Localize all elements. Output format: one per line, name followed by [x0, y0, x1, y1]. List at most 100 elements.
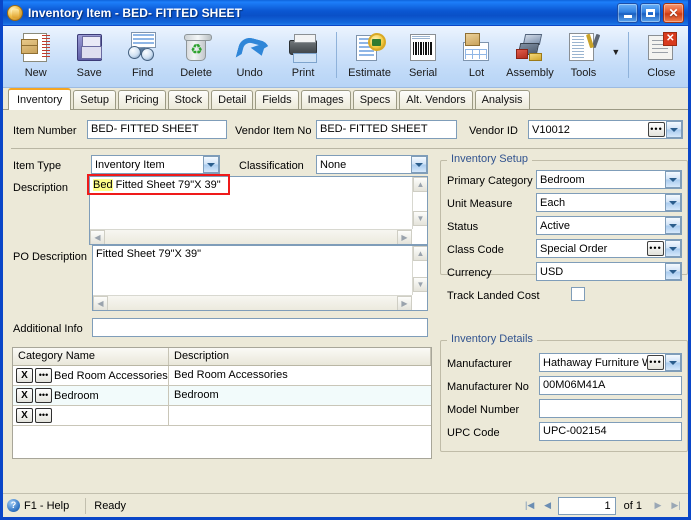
item-number-input[interactable]: BED- FITTED SHEET	[87, 120, 227, 139]
toolbar-lot-button[interactable]: Lot	[450, 30, 503, 79]
tab-specs[interactable]: Specs	[352, 90, 398, 109]
toolbar-new-button[interactable]: New	[9, 30, 62, 79]
classification-dropdown[interactable]: None	[316, 155, 428, 174]
unit-measure-dropdown-button[interactable]	[665, 194, 681, 211]
description-scroll-left-button[interactable]: ◀	[90, 230, 105, 244]
tab-pricing[interactable]: Pricing	[118, 90, 166, 109]
row-delete-button[interactable]: X	[16, 388, 33, 403]
description-hscroll-track[interactable]	[105, 230, 397, 244]
inventory-details-title: Inventory Details	[447, 333, 537, 345]
manufacturer-no-input[interactable]: 00M06M41A	[539, 376, 682, 395]
po-description-textarea[interactable]: Fitted Sheet 79"X 39" ▲ ▼ ◀ ▶	[92, 245, 428, 311]
item-type-dropdown[interactable]: Inventory Item	[91, 155, 220, 174]
description-scroll-down-button[interactable]: ▼	[413, 211, 427, 226]
primary-category-dropdown[interactable]: Bedroom	[536, 170, 682, 189]
item-type-label: Item Type	[13, 160, 62, 172]
track-landed-cost-label: Track Landed Cost	[447, 290, 540, 302]
toolbar-serial-button[interactable]: Serial	[396, 30, 449, 79]
tab-detail[interactable]: Detail	[211, 90, 254, 109]
minimize-button[interactable]	[617, 3, 638, 23]
tab-analysis[interactable]: Analysis	[474, 90, 530, 109]
row-lookup-button[interactable]: •••	[35, 408, 52, 423]
table-row[interactable]: X ••• Bedroom Bedroom	[13, 386, 431, 406]
last-record-button[interactable]: ▶|	[668, 498, 684, 514]
upc-code-input[interactable]: UPC-002154	[539, 422, 682, 441]
item-type-dropdown-button[interactable]	[203, 156, 219, 173]
vendor-item-no-label: Vendor Item No	[235, 125, 312, 137]
unit-measure-dropdown[interactable]: Each	[536, 193, 682, 212]
class-code-lookup-button[interactable]: •••	[647, 241, 664, 256]
row-category-name: Bed Room Accessories	[54, 369, 168, 382]
description-horizontal-scrollbar[interactable]: ◀ ▶	[90, 229, 412, 244]
manufacturer-lookup-button[interactable]: •••	[647, 355, 664, 370]
tools-dropdown-arrow-icon[interactable]: ▼	[610, 47, 621, 57]
table-row[interactable]: X •••	[13, 406, 431, 426]
row-lookup-button[interactable]: •••	[35, 368, 52, 383]
tab-fields[interactable]: Fields	[255, 90, 299, 109]
vendor-id-dropdown-button[interactable]	[666, 121, 682, 138]
description-label: Description	[13, 182, 69, 194]
column-header-description[interactable]: Description	[169, 348, 431, 365]
description-scroll-right-button[interactable]: ▶	[397, 230, 412, 244]
toolbar-save-button[interactable]: Save	[62, 30, 115, 79]
previous-record-button[interactable]: ◀	[540, 498, 556, 514]
status-dropdown[interactable]: Active	[536, 216, 682, 235]
table-row[interactable]: X ••• Bed Room Accessories Bed Room Acce…	[13, 366, 431, 386]
vendor-id-lookup-button[interactable]: •••	[648, 122, 665, 137]
po-description-scroll-down-button[interactable]: ▼	[413, 277, 427, 292]
tab-images[interactable]: Images	[300, 90, 351, 109]
window-title: Inventory Item - BED- FITTED SHEET	[28, 6, 243, 20]
model-number-input[interactable]	[539, 399, 682, 418]
currency-dropdown-button[interactable]	[665, 263, 681, 280]
next-record-button[interactable]: ▶	[650, 498, 666, 514]
class-code-dropdown[interactable]: Special Order •••	[536, 239, 682, 258]
vendor-id-field[interactable]: V10012 •••	[528, 120, 683, 139]
toolbar-print-button[interactable]: Print	[276, 30, 329, 79]
primary-category-dropdown-button[interactable]	[665, 171, 681, 188]
description-vertical-scrollbar[interactable]: ▲ ▼	[412, 177, 427, 229]
po-description-vertical-scrollbar[interactable]: ▲ ▼	[412, 246, 427, 295]
po-description-scroll-left-button[interactable]: ◀	[93, 296, 108, 310]
po-description-scroll-up-button[interactable]: ▲	[413, 246, 427, 261]
toolbar-delete-label: Delete	[180, 67, 213, 79]
description-textarea[interactable]: Bed Fitted Sheet 79"X 39" ▲ ▼ ◀ ▶	[89, 176, 428, 245]
first-record-button[interactable]: |◀	[522, 498, 538, 514]
additional-info-input[interactable]	[92, 318, 428, 337]
column-header-category-name[interactable]: Category Name	[13, 348, 169, 365]
toolbar-estimate-button[interactable]: Estimate	[343, 30, 396, 79]
record-number-input[interactable]: 1	[557, 496, 616, 515]
help-hint[interactable]: ? F1 - Help	[7, 499, 77, 512]
tab-stock[interactable]: Stock	[167, 90, 210, 109]
tab-setup[interactable]: Setup	[73, 90, 116, 109]
currency-dropdown[interactable]: USD	[536, 262, 682, 281]
toolbar-assembly-button[interactable]: Assembly	[503, 30, 556, 79]
status-value: Active	[540, 219, 570, 232]
status-dropdown-button[interactable]	[665, 217, 681, 234]
class-code-dropdown-button[interactable]	[665, 240, 681, 257]
binoculars-icon	[127, 32, 159, 64]
po-description-scroll-right-button[interactable]: ▶	[397, 296, 412, 310]
po-description-horizontal-scrollbar[interactable]: ◀ ▶	[93, 295, 412, 310]
maximize-button[interactable]	[640, 3, 661, 23]
toolbar-close-button[interactable]: ✕ Close	[635, 30, 688, 79]
toolbar-undo-button[interactable]: Undo	[223, 30, 276, 79]
category-grid[interactable]: Category Name Description X ••• Bed Room…	[12, 347, 432, 459]
row-delete-button[interactable]: X	[16, 368, 33, 383]
toolbar-new-label: New	[24, 67, 47, 79]
toolbar-tools-button[interactable]: Tools	[557, 30, 610, 79]
row-lookup-button[interactable]: •••	[35, 388, 52, 403]
track-landed-cost-checkbox[interactable]	[571, 287, 585, 301]
description-scroll-up-button[interactable]: ▲	[413, 177, 427, 192]
tab-alt-vendors[interactable]: Alt. Vendors	[399, 90, 473, 109]
maximize-icon	[646, 9, 655, 17]
manufacturer-dropdown-button[interactable]	[665, 354, 681, 371]
vendor-item-no-input[interactable]: BED- FITTED SHEET	[316, 120, 457, 139]
close-button[interactable]: ✕	[663, 3, 684, 23]
tab-inventory[interactable]: Inventory	[8, 88, 72, 110]
manufacturer-dropdown[interactable]: Hathaway Furniture W •••	[539, 353, 682, 372]
classification-dropdown-button[interactable]	[411, 156, 427, 173]
toolbar-delete-button[interactable]: ♻ Delete	[169, 30, 222, 79]
toolbar-find-button[interactable]: Find	[116, 30, 169, 79]
po-description-hscroll-track[interactable]	[108, 296, 397, 310]
row-delete-button[interactable]: X	[16, 408, 33, 423]
